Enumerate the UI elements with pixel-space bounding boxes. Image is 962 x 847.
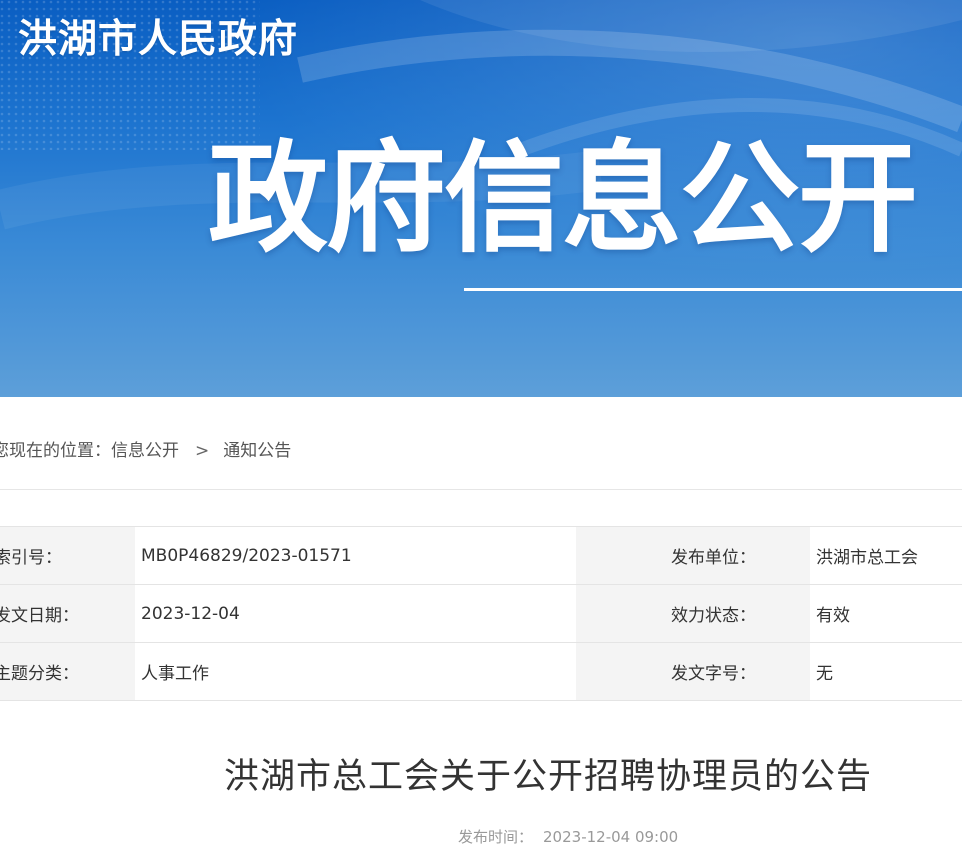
site-name[interactable]: 洪湖市人民政府 [18,8,298,64]
validity-status-value: 有效 [810,584,962,643]
publish-time-label: 发布时间： [458,828,534,846]
document-metadata-table: 索引号： MB0P46829/2023-01571 发布单位： 洪湖市总工会 发… [0,526,962,701]
publisher-value: 洪湖市总工会 [810,526,962,585]
publisher-label: 发布单位： [576,526,810,585]
topic-category-value: 人事工作 [135,642,576,701]
topic-category-label: 主题分类： [0,642,135,701]
document-number-label: 发文字号： [576,642,810,701]
section-title: 政府信息公开 [208,130,918,269]
document-number-value: 无 [810,642,962,701]
validity-status-label: 效力状态： [576,584,810,643]
breadcrumb-item-info-public[interactable]: 信息公开 [111,441,179,461]
breadcrumb-separator: > [195,441,210,461]
header-banner: 洪湖市人民政府 政府信息公开 [0,0,962,397]
breadcrumb-divider [0,489,962,490]
table-row: 发文日期： 2023-12-04 效力状态： 有效 [0,584,962,643]
issue-date-value: 2023-12-04 [135,584,576,643]
title-underline [464,288,962,291]
publish-time: 发布时间： 2023-12-04 09:00 [458,826,678,847]
table-row: 主题分类： 人事工作 发文字号： 无 [0,642,962,701]
article-title: 洪湖市总工会关于公开招聘协理员的公告 [224,757,873,797]
publish-time-value: 2023-12-04 09:00 [543,828,679,846]
breadcrumb-prefix: 您现在的位置： [0,441,111,461]
index-number-label: 索引号： [0,526,135,585]
breadcrumb: 您现在的位置：信息公开 > 通知公告 [0,436,291,461]
index-number-value: MB0P46829/2023-01571 [135,526,576,585]
breadcrumb-item-notices[interactable]: 通知公告 [223,441,291,461]
table-row: 索引号： MB0P46829/2023-01571 发布单位： 洪湖市总工会 [0,526,962,585]
issue-date-label: 发文日期： [0,584,135,643]
